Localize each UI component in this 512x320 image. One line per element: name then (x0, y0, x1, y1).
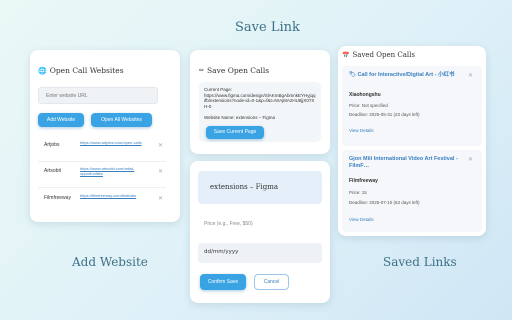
saved-item-price: Price: Not specified (349, 103, 388, 108)
confirm-save-button[interactable]: Confirm Save (200, 274, 246, 290)
save-current-page-button[interactable]: Save Current Page (206, 126, 264, 139)
site-row: Filmfreeway https://filmfreeway.com/fest… (38, 193, 166, 211)
saved-item-deadline: Deadline: 2025-07-10 (63 days left) (349, 200, 420, 205)
saved-item-card: Gjon Mili International Video Art Festiv… (342, 150, 482, 232)
remove-saved-item-icon[interactable]: ✕ (468, 156, 473, 163)
page-title-box: extensions – Figma (198, 171, 322, 204)
save-open-calls-panel: ✏ Save Open Calls Current Page: https://… (190, 50, 330, 154)
site-url-link[interactable]: https://filmfreeway.com/festivals (80, 193, 152, 198)
site-row: Artsobit https://www.artsobit.com/artist… (38, 166, 166, 188)
globe-icon: 🌐 (38, 67, 47, 75)
save-panel-header: ✏ Save Open Calls (199, 66, 269, 75)
open-all-websites-button[interactable]: Open All Websites (91, 113, 152, 127)
current-page-url: https://www.figma.com/design/SlAKmBgAbmn… (204, 92, 316, 109)
page-title-text: extensions – Figma (210, 183, 279, 191)
save-panel-title: Save Open Calls (207, 66, 270, 75)
price-placeholder: Price (e.g., Free, $50) (204, 221, 253, 227)
remove-saved-item-icon[interactable]: ✕ (468, 72, 473, 79)
saved-item-deadline: Deadline: 2025-05-31 (23 days left) (349, 112, 420, 117)
saved-open-calls-panel: 📅 Saved Open Calls 🏷 Call for Interactiv… (338, 46, 486, 236)
site-name: Filmfreeway (44, 195, 71, 201)
saved-panel-title: Saved Open Calls (352, 51, 415, 59)
view-details-link[interactable]: View Details (349, 128, 374, 133)
tag-icon: 🏷 (349, 72, 358, 78)
saved-item-source: Filmfreeway (349, 178, 378, 184)
remove-site-icon[interactable]: ✕ (158, 142, 163, 149)
pencil-icon: ✏ (199, 68, 205, 74)
date-placeholder: dd/mm/yyyy (204, 249, 239, 255)
calendar-icon: 📅 (342, 52, 350, 59)
website-url-placeholder: Enter website URL (46, 93, 88, 99)
site-url-link[interactable]: https://www.artsobit.com/artist-opportun… (80, 166, 152, 176)
caption-add-website: Add Website (72, 255, 148, 269)
site-name: Artjobs (44, 142, 60, 148)
add-panel-title: Open Call Websites (49, 66, 124, 75)
site-name: Artsobit (44, 168, 61, 174)
site-url-link[interactable]: https://www.artjobs.com/open-calls (80, 140, 152, 145)
cancel-button[interactable]: Cancel (254, 274, 289, 290)
saved-item-title[interactable]: 🏷 Call for Interactive/Digital Art - 小红书 (349, 72, 467, 79)
deadline-date-input[interactable]: dd/mm/yyyy (198, 243, 322, 263)
saved-item-card: 🏷 Call for Interactive/Digital Art - 小红书… (342, 66, 482, 146)
remove-site-icon[interactable]: ✕ (158, 195, 163, 202)
saved-item-source: Xiaohongshu (349, 92, 381, 98)
confirm-save-panel: extensions – Figma Price (e.g., Free, $5… (190, 161, 330, 303)
view-details-link[interactable]: View Details (349, 217, 374, 222)
add-website-button[interactable]: Add Website (38, 113, 84, 127)
saved-item-title[interactable]: Gjon Mili International Video Art Festiv… (349, 156, 467, 170)
website-name-line: Website Name: extensions – Figma (204, 115, 275, 120)
saved-panel-header: 📅 Saved Open Calls (342, 51, 415, 59)
price-input[interactable]: Price (e.g., Free, $50) (198, 216, 322, 233)
caption-save-link: Save Link (235, 20, 300, 35)
website-url-input[interactable]: Enter website URL (38, 87, 158, 104)
saved-item-price: Price: 15 (349, 190, 367, 195)
add-website-panel: 🌐 Open Call Websites Enter website URL A… (30, 50, 180, 222)
caption-saved-links: Saved Links (383, 255, 457, 269)
saved-item-title-text: Call for Interactive/Digital Art - 小红书 (357, 72, 455, 78)
add-panel-header: 🌐 Open Call Websites (38, 66, 124, 75)
site-row: Artjobs https://www.artjobs.com/open-cal… (38, 140, 166, 162)
remove-site-icon[interactable]: ✕ (158, 168, 163, 175)
